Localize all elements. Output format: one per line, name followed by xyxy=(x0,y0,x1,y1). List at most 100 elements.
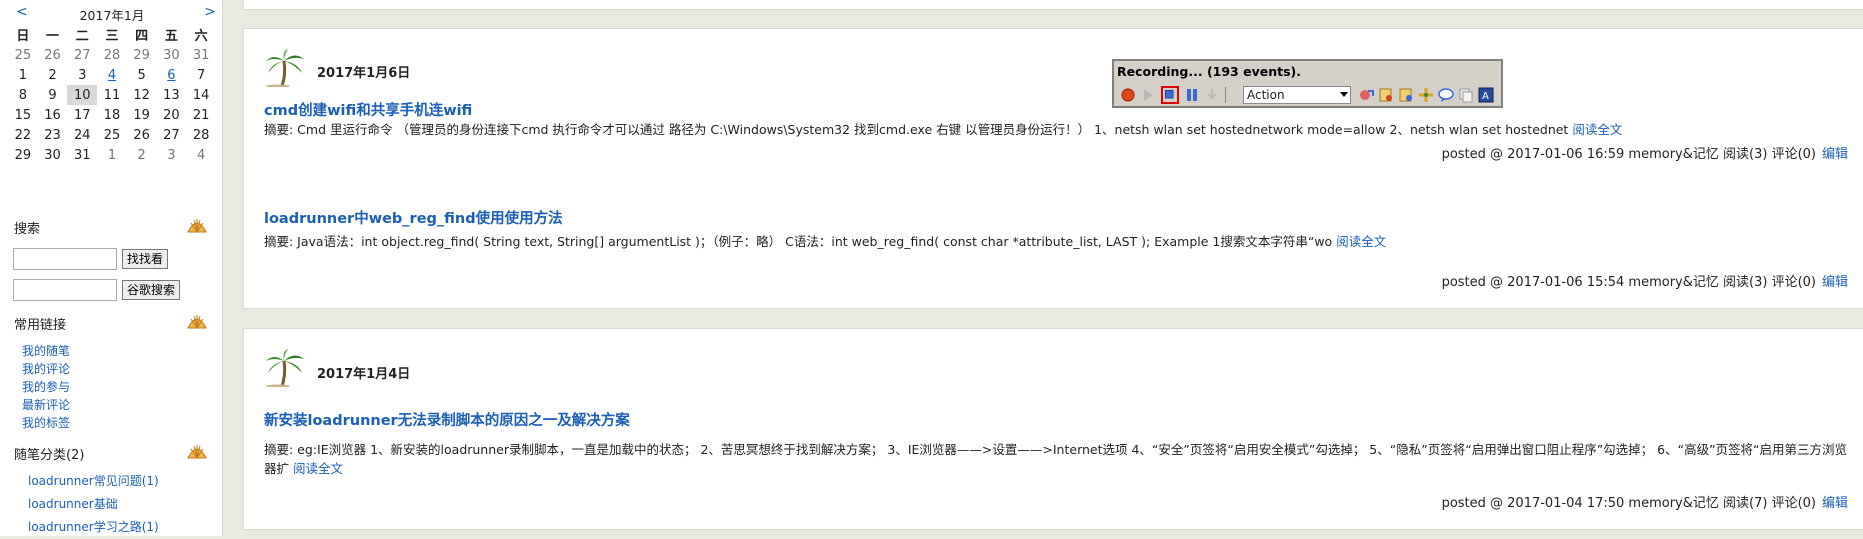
end-transaction-icon[interactable] xyxy=(1397,86,1415,104)
checkpoint-icon[interactable]: A xyxy=(1477,86,1495,104)
search-input[interactable] xyxy=(13,248,117,270)
calendar-day: 24 xyxy=(73,127,91,143)
calendar-day: 2 xyxy=(137,147,146,163)
calendar-day: 26 xyxy=(133,127,150,143)
calendar-day: 28 xyxy=(192,127,210,143)
calendar-day: 9 xyxy=(48,87,57,103)
comment-icon[interactable] xyxy=(1437,86,1455,104)
download-icon[interactable] xyxy=(1203,86,1221,104)
category-count: (2) xyxy=(66,448,85,463)
calendar-day-link[interactable]: 4 xyxy=(97,65,127,85)
category-item[interactable]: loadrunner常见问题(1) xyxy=(28,470,159,493)
svg-text:A: A xyxy=(1482,91,1489,102)
shell-icon xyxy=(187,445,207,459)
link-my-tags[interactable]: 我的标签 xyxy=(22,414,70,432)
calendar-day: 31 xyxy=(73,147,91,163)
calendar-day: 22 xyxy=(14,127,32,143)
chevron-down-icon xyxy=(1340,92,1348,97)
shell-icon xyxy=(187,219,207,233)
post-summary: 摘要: Cmd 里运行命令 （管理员的身份连接下cmd 执行命令才可以通过 路径… xyxy=(264,120,1848,139)
post-summary: 摘要: Java语法：int object.reg_find( String t… xyxy=(264,232,1848,251)
day-title: 2017年1月4日 xyxy=(317,367,411,382)
post-title-link[interactable]: loadrunner中web_reg_find使用使用方法 xyxy=(264,207,563,228)
pause-icon[interactable] xyxy=(1183,86,1201,104)
calendar-day: 25 xyxy=(103,127,121,143)
calendar-day: 16 xyxy=(44,107,61,123)
calendar-day: 18 xyxy=(103,107,121,123)
calendar-day: 25 xyxy=(14,47,32,63)
weekday-label: 一 xyxy=(46,29,60,44)
post-footer: posted @ 2017-01-06 15:54 memory&记忆 阅读(3… xyxy=(1442,271,1848,290)
record-icon[interactable] xyxy=(1119,86,1137,104)
link-my-participation[interactable]: 我的参与 xyxy=(22,378,70,396)
post-meta: posted @ 2017-01-06 16:59 memory&记忆 阅读(3… xyxy=(1441,147,1816,162)
calendar-day: 23 xyxy=(44,127,61,143)
read-more-link[interactable]: 阅读全文 xyxy=(1336,234,1386,249)
search-button[interactable]: 找找看 xyxy=(122,249,169,269)
calendar-day: 28 xyxy=(103,47,121,63)
calendar-day: 1 xyxy=(18,67,27,83)
edit-link[interactable]: 编辑 xyxy=(1822,275,1848,290)
calendar-title: 2017年1月 xyxy=(79,8,145,23)
day-title: 2017年1月6日 xyxy=(317,66,411,81)
post-meta: posted @ 2017-01-06 15:54 memory&记忆 阅读(3… xyxy=(1441,275,1816,290)
calendar-day: 29 xyxy=(133,47,150,63)
calendar-day: 29 xyxy=(14,147,32,163)
link-my-comments[interactable]: 我的评论 xyxy=(22,360,70,378)
recording-tools: Action A xyxy=(1117,85,1498,105)
calendar-day: 30 xyxy=(44,147,61,163)
play-icon[interactable] xyxy=(1139,86,1157,104)
calendar-day: 20 xyxy=(163,107,180,123)
palm-tree-icon xyxy=(266,49,304,87)
calendar-day: 13 xyxy=(163,87,180,103)
edit-link[interactable]: 编辑 xyxy=(1822,147,1848,162)
link-my-posts[interactable]: 我的随笔 xyxy=(22,342,70,360)
read-more-link[interactable]: 阅读全文 xyxy=(1572,122,1622,137)
palm-tree-icon xyxy=(266,349,304,387)
calendar-grid: 日 一 二 三 四 五 六 25 26 27 28 29 30 31 1 2 3… xyxy=(8,24,216,165)
calendar-day: 8 xyxy=(18,87,27,103)
calendar: < 2017年1月 > 日 一 二 三 四 五 六 25 26 27 28 29… xyxy=(8,4,216,165)
calendar-day-link[interactable]: 6 xyxy=(157,65,187,85)
read-more-link[interactable]: 阅读全文 xyxy=(293,461,343,476)
calendar-day: 2 xyxy=(48,67,57,83)
calendar-day: 26 xyxy=(44,47,61,63)
start-transaction-icon[interactable] xyxy=(1377,86,1395,104)
post-meta: posted @ 2017-01-04 17:50 memory&记忆 阅读(7… xyxy=(1441,496,1816,511)
action-select[interactable]: Action xyxy=(1243,86,1351,104)
google-search-button[interactable]: 谷歌搜索 xyxy=(122,280,181,300)
day-panel: 2017年1月4日 新安装loadrunner无法录制脚本的原因之一及解决方案 … xyxy=(243,328,1863,530)
recording-status: Recording... (193 events). xyxy=(1117,64,1301,79)
previous-day-panel xyxy=(243,0,1863,10)
post-summary-text: 摘要: Java语法：int object.reg_find( String t… xyxy=(264,234,1333,249)
weekday-label: 六 xyxy=(194,29,208,44)
calendar-day: 21 xyxy=(192,107,210,123)
calendar-day: 4 xyxy=(196,147,206,163)
copy-icon[interactable] xyxy=(1457,86,1475,104)
common-links-list: 我的随笔 我的评论 我的参与 最新评论 我的标签 xyxy=(22,342,70,432)
calendar-day: 17 xyxy=(73,107,91,123)
calendar-next-button[interactable]: > xyxy=(204,4,216,20)
stop-icon[interactable] xyxy=(1161,86,1179,104)
sidebar: < 2017年1月 > 日 一 二 三 四 五 六 25 26 27 28 29… xyxy=(0,0,223,536)
edit-link[interactable]: 编辑 xyxy=(1822,496,1848,511)
calendar-day-today: 10 xyxy=(67,85,98,105)
post-summary-text: 摘要: Cmd 里运行命令 （管理员的身份连接下cmd 执行命令才可以通过 路径… xyxy=(264,122,1569,137)
calendar-day: 27 xyxy=(73,47,91,63)
google-search-input[interactable] xyxy=(13,279,117,301)
post-title-link[interactable]: 新安装loadrunner无法录制脚本的原因之一及解决方案 xyxy=(264,409,630,430)
category-list: loadrunner常见问题(1) loadrunner基础 loadrunne… xyxy=(28,470,159,539)
category-item[interactable]: loadrunner基础 xyxy=(28,493,159,516)
category-section-title: 随笔分类(2) xyxy=(14,444,84,463)
rendezvous-icon[interactable] xyxy=(1417,86,1435,104)
insert-action-icon[interactable] xyxy=(1357,86,1375,104)
weekday-label: 二 xyxy=(75,29,89,44)
post-title-link[interactable]: cmd创建wifi和共享手机连wifi xyxy=(264,99,472,120)
calendar-day: 5 xyxy=(137,67,146,83)
category-title-text: 随笔分类 xyxy=(14,448,67,463)
link-latest-comments[interactable]: 最新评论 xyxy=(22,396,70,414)
post-footer: posted @ 2017-01-06 16:59 memory&记忆 阅读(3… xyxy=(1442,143,1848,162)
weekday-label: 四 xyxy=(135,29,149,44)
calendar-day: 30 xyxy=(163,47,180,63)
weekday-label: 五 xyxy=(164,29,178,44)
